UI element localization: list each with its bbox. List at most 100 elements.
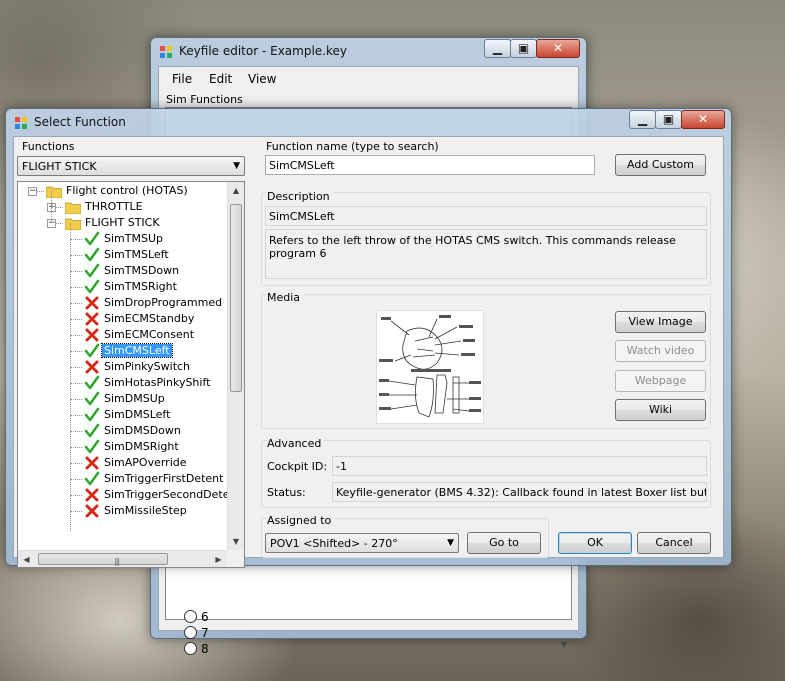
scroll-right-icon[interactable]: ▶ — [210, 551, 227, 567]
menu-edit[interactable]: Edit — [209, 72, 232, 86]
tree-node[interactable]: SimECMStandby — [18, 311, 227, 327]
radio-item[interactable]: 6 — [184, 610, 209, 624]
minimize-button[interactable]: ▁ — [629, 110, 656, 129]
folder-icon — [64, 201, 82, 215]
assigned-to-combo[interactable]: POV1 <Shifted> - 270° ▼ — [265, 533, 459, 553]
select-function-window: Select Function ▁ ▣ ✕ Functions FLIGHT S… — [5, 108, 732, 568]
dialog-title: Select Function — [34, 115, 126, 129]
app-icon — [15, 117, 27, 129]
minimize-icon: ▁ — [637, 112, 648, 126]
check-icon — [84, 423, 100, 439]
cancel-button[interactable]: Cancel — [637, 532, 711, 554]
tree-node[interactable]: SimTriggerSecondDete — [18, 487, 227, 503]
close-icon: ✕ — [552, 41, 564, 55]
x-icon — [84, 359, 100, 375]
tree-node[interactable]: SimAPOverride — [18, 455, 227, 471]
webpage-button[interactable]: Webpage — [615, 370, 706, 392]
add-custom-button[interactable]: Add Custom — [615, 154, 706, 176]
tree-node-label: SimDMSRight — [104, 440, 179, 453]
scroll-up-icon[interactable]: ▲ — [228, 182, 244, 199]
check-icon — [84, 279, 100, 295]
wiki-button[interactable]: Wiki — [615, 399, 706, 421]
menu-view[interactable]: View — [248, 72, 276, 86]
tree-node[interactable]: SimTMSDown — [18, 263, 227, 279]
tree-node[interactable]: SimPinkySwitch — [18, 359, 227, 375]
tree-connector — [70, 319, 82, 320]
close-button[interactable]: ✕ — [536, 39, 580, 58]
maximize-icon: ▣ — [662, 112, 675, 126]
tree-node[interactable]: SimDMSUp — [18, 391, 227, 407]
tree-node-label: SimECMConsent — [104, 328, 195, 341]
maximize-button[interactable]: ▣ — [655, 110, 682, 129]
tree-node-label: SimDMSLeft — [104, 408, 171, 421]
tree-node[interactable]: SimDMSRight — [18, 439, 227, 455]
scroll-down-icon[interactable]: ▼ — [561, 640, 567, 649]
caption-buttons: ▁ ▣ ✕ — [484, 39, 580, 58]
tree-node[interactable]: SimTriggerFirstDetent — [18, 471, 227, 487]
tree-connector — [70, 415, 82, 416]
category-combo[interactable]: FLIGHT STICK ▼ — [17, 156, 245, 176]
select-function-client: Functions FLIGHT STICK ▼ − Flight control… — [13, 136, 724, 568]
category-combo-value: FLIGHT STICK — [22, 160, 97, 173]
tree-connector — [70, 495, 82, 496]
go-to-button[interactable]: Go to — [467, 532, 541, 554]
check-icon — [84, 471, 100, 487]
tree-horizontal-scrollbar[interactable]: ◀ ||| ▶ — [18, 550, 227, 567]
function-name-label: Function name (type to search) — [266, 140, 439, 153]
maximize-button[interactable]: ▣ — [510, 39, 537, 58]
folder-icon — [45, 185, 63, 199]
caption-buttons: ▁ ▣ ✕ — [629, 110, 725, 129]
tree-node-label: FLIGHT STICK — [85, 216, 160, 229]
maximize-icon: ▣ — [517, 41, 530, 55]
tree-node-label: SimDMSUp — [104, 392, 165, 405]
menu-file[interactable]: File — [172, 72, 192, 86]
assigned-to-label: Assigned to — [267, 514, 335, 527]
tree-node-label: SimDMSDown — [104, 424, 181, 437]
scroll-left-icon[interactable]: ◀ — [18, 551, 35, 567]
tree-node[interactable]: − FLIGHT STICK — [18, 215, 227, 231]
tree-node[interactable]: SimHotasPinkyShift — [18, 375, 227, 391]
tree-node[interactable]: − Flight control (HOTAS) — [18, 183, 227, 199]
tree-connector — [70, 447, 82, 448]
status-field: Keyfile-generator (BMS 4.32): Callback f… — [332, 482, 707, 502]
function-tree[interactable]: − Flight control (HOTAS) + THROTTLE − FLIGHT … — [17, 181, 245, 568]
tree-connector — [70, 463, 82, 464]
tree-node[interactable]: SimDropProgrammed — [18, 295, 227, 311]
description-text: Refers to the left throw of the HOTAS CM… — [265, 229, 707, 279]
radio-icon — [184, 610, 197, 623]
x-icon — [84, 487, 100, 503]
scroll-thumb[interactable] — [230, 204, 242, 392]
window-title: Keyfile editor - Example.key — [179, 44, 347, 58]
tree-node[interactable]: SimDMSDown — [18, 423, 227, 439]
tree-node[interactable]: SimTMSRight — [18, 279, 227, 295]
tree-node-label: SimTriggerFirstDetent — [104, 472, 224, 485]
collapse-icon[interactable]: − — [28, 187, 37, 196]
x-icon — [84, 295, 100, 311]
tree-node-label: SimTMSDown — [104, 264, 180, 277]
tree-node[interactable]: SimTMSLeft — [18, 247, 227, 263]
tree-node[interactable]: SimMissileStep — [18, 503, 227, 519]
tree-node[interactable]: SimTMSUp — [18, 231, 227, 247]
ok-button[interactable]: OK — [558, 532, 632, 554]
tree-node[interactable]: SimECMConsent — [18, 327, 227, 343]
close-button[interactable]: ✕ — [681, 110, 725, 129]
check-icon — [84, 231, 100, 247]
check-icon — [84, 391, 100, 407]
tree-vertical-scrollbar[interactable]: ▲ ▼ — [227, 182, 244, 550]
tree-node[interactable]: SimDMSLeft — [18, 407, 227, 423]
cockpit-id-field: -1 — [332, 456, 707, 476]
tree-node[interactable]: + THROTTLE — [18, 199, 227, 215]
minimize-button[interactable]: ▁ — [484, 39, 511, 58]
watch-video-button[interactable]: Watch video — [615, 340, 706, 362]
view-image-button[interactable]: View Image — [615, 311, 706, 333]
radio-item[interactable]: 8 — [184, 642, 209, 656]
scroll-thumb[interactable]: ||| — [38, 553, 168, 566]
function-name-input[interactable]: SimCMSLeft — [265, 155, 595, 175]
radio-item[interactable]: 7 — [184, 626, 209, 640]
status-label: Status: — [267, 486, 306, 499]
tree-node[interactable]: SimCMSLeft — [18, 343, 227, 359]
scroll-down-icon[interactable]: ▼ — [228, 533, 244, 550]
tree-node-label: SimCMSLeft — [101, 343, 173, 358]
tree-node-label: THROTTLE — [85, 200, 143, 213]
dropdown-arrow-icon: ▼ — [233, 161, 240, 171]
